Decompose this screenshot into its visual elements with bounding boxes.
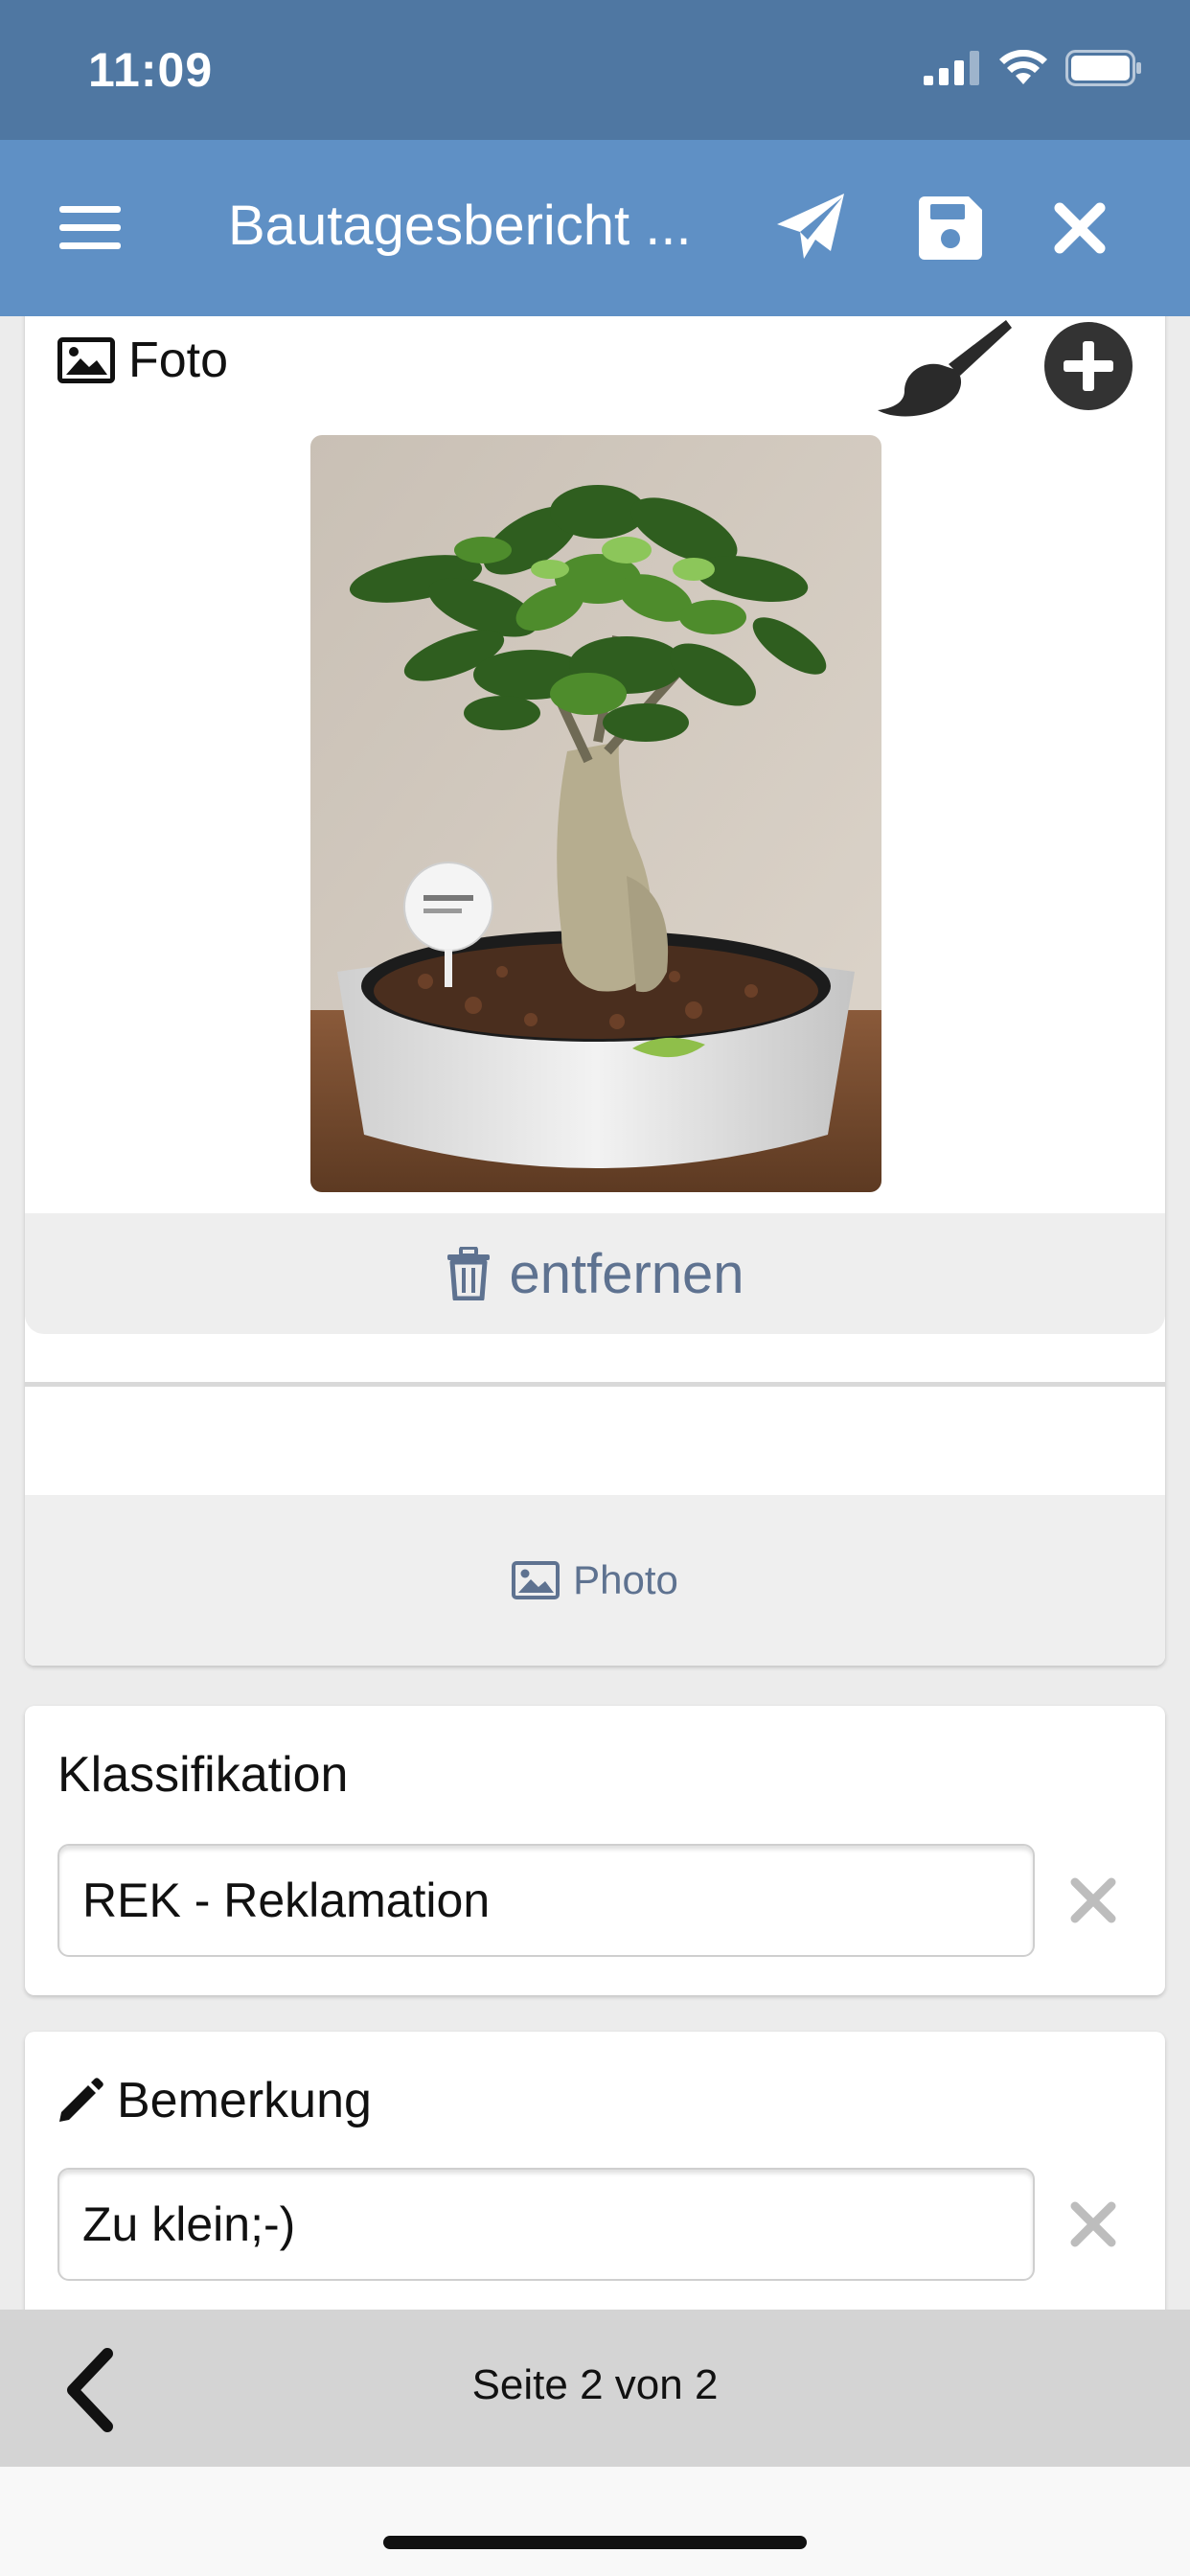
page-indicator: Seite 2 von 2 — [471, 2361, 719, 2408]
classification-label: Klassifikation — [57, 1746, 348, 1804]
photo-label: Foto — [128, 333, 229, 388]
add-photo-button[interactable] — [1044, 322, 1133, 410]
image-icon — [512, 1561, 561, 1599]
brush-icon — [878, 320, 1012, 417]
classification-card: Klassifikation — [25, 1706, 1165, 1995]
status-bar: 11:09 — [0, 0, 1190, 140]
signal-icon — [924, 51, 979, 85]
home-indicator-area — [0, 2467, 1190, 2576]
trash-icon — [447, 1247, 491, 1300]
remove-photo-button[interactable]: entfernen — [25, 1213, 1165, 1334]
save-button[interactable] — [912, 188, 989, 268]
pagination-bar: Seite 2 von 2 — [0, 2310, 1190, 2467]
remark-clear-button[interactable] — [1067, 2198, 1119, 2250]
bonsai-photo — [310, 435, 881, 1192]
take-photo-button[interactable]: Photo — [25, 1495, 1165, 1666]
sketch-button[interactable] — [868, 316, 1012, 420]
nav-bar: Bautagesbericht ... — [0, 140, 1190, 316]
close-icon — [1054, 202, 1106, 254]
menu-button[interactable] — [52, 199, 128, 257]
home-indicator[interactable] — [383, 2536, 807, 2549]
photo-thumbnail[interactable] — [310, 435, 881, 1192]
send-button[interactable] — [772, 186, 849, 268]
image-icon — [57, 337, 115, 383]
battery-icon — [1065, 50, 1141, 86]
page-title: Bautagesbericht ... — [228, 195, 692, 257]
photo-header: Foto — [57, 332, 228, 389]
menu-icon — [59, 206, 121, 249]
app-screen: 11:09 Bautagesbericht ... Foto entfernen… — [0, 0, 1190, 2576]
classification-input[interactable] — [57, 1844, 1035, 1957]
remark-label: Bemerkung — [57, 2072, 372, 2129]
status-time: 11:09 — [88, 43, 214, 97]
classification-clear-button[interactable] — [1067, 1874, 1119, 1926]
wifi-icon — [999, 50, 1047, 84]
pencil-icon — [59, 2078, 103, 2122]
save-icon — [919, 196, 982, 260]
close-icon — [1070, 2201, 1116, 2247]
remark-input[interactable] — [57, 2168, 1035, 2281]
form-content[interactable]: Foto entfernen Photo Klassifikation REK … — [0, 316, 1190, 2310]
classification-label-text: Klassifikation — [57, 1747, 349, 1803]
send-icon — [777, 194, 844, 259]
remark-card: Bemerkung — [25, 2032, 1165, 2310]
photo-card: Foto entfernen Photo — [25, 316, 1165, 1666]
divider — [25, 1382, 1165, 1387]
close-button[interactable] — [1042, 192, 1117, 264]
photo-button-label: Photo — [573, 1557, 678, 1602]
remove-label: entfernen — [509, 1242, 744, 1305]
remark-label-text: Bemerkung — [117, 2073, 372, 2128]
plus-circle-icon — [1044, 322, 1133, 410]
status-icons — [924, 50, 1142, 86]
close-icon — [1070, 1877, 1116, 1923]
